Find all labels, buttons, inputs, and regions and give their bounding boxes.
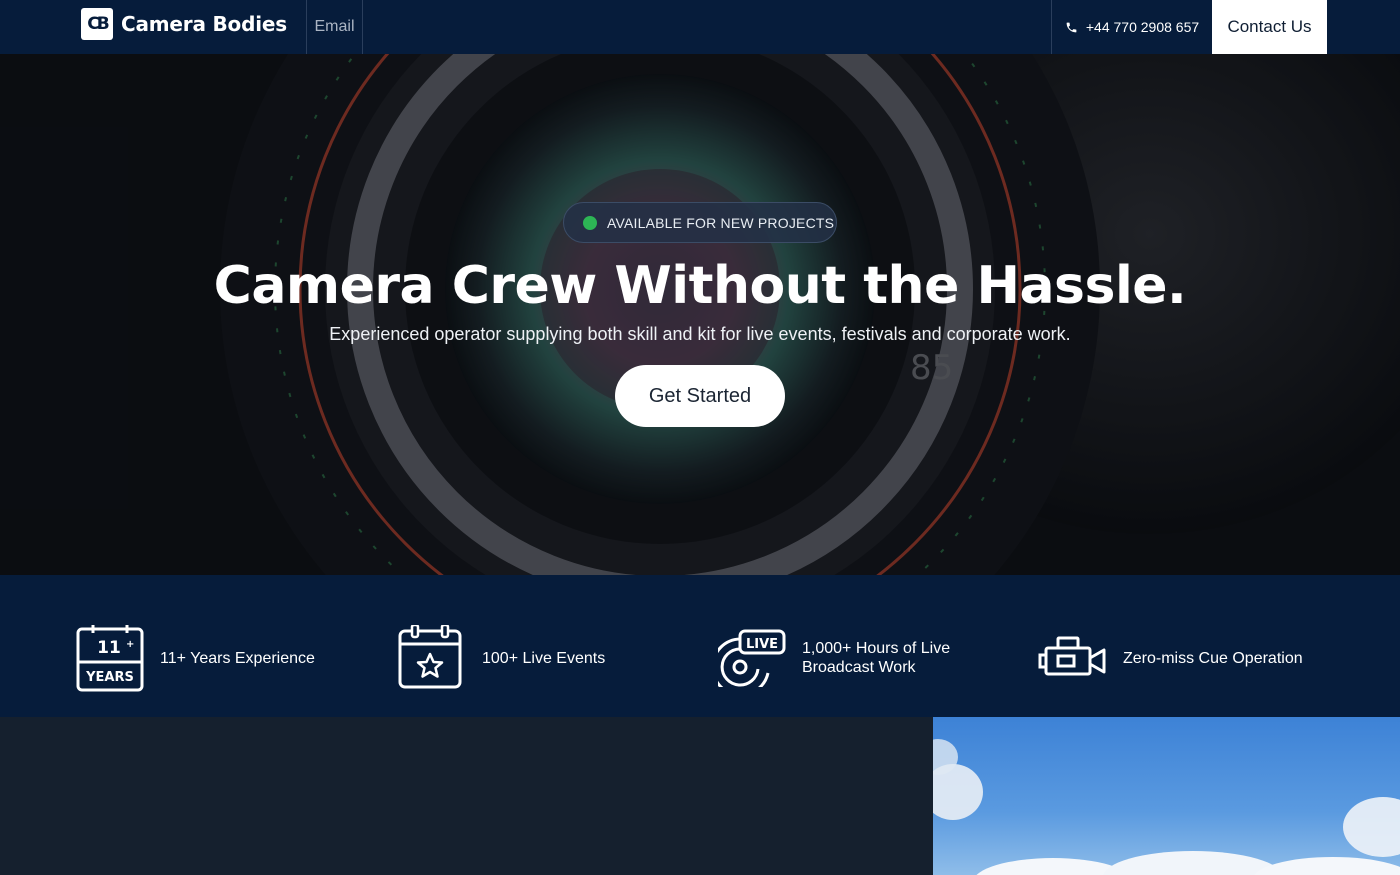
hero-section: 85 AVAILABLE FOR NEW PROJECTS Camera Cre… — [0, 54, 1400, 575]
contact-us-button[interactable]: Contact Us — [1212, 0, 1327, 54]
stats-bar: 11 + YEARS 11+ Years Experience 100+ Liv… — [0, 575, 1400, 717]
live-label: LIVE — [746, 637, 778, 652]
availability-text: AVAILABLE FOR NEW PROJECTS — [607, 214, 835, 231]
availability-badge: AVAILABLE FOR NEW PROJECTS — [563, 202, 837, 243]
logo-mark-icon: CB — [81, 8, 113, 40]
stat-cue-text: Zero-miss Cue Operation — [1123, 649, 1303, 667]
svg-text:+: + — [126, 639, 134, 650]
brand-logo[interactable]: CB Camera Bodies — [81, 8, 287, 40]
stat-years-text: 11+ Years Experience — [160, 649, 315, 667]
status-dot-icon — [583, 215, 597, 230]
calendar-star-icon — [398, 625, 462, 689]
top-navbar: CB Camera Bodies Email +44 770 2908 657 … — [0, 0, 1400, 54]
stat-item-cue: Zero-miss Cue Operation — [1038, 623, 1303, 693]
live-broadcast-icon: LIVE — [718, 629, 786, 687]
email-link[interactable]: Email — [306, 0, 363, 54]
calendar-label: YEARS — [85, 670, 134, 685]
calendar-number: 11 — [97, 638, 121, 658]
sky-clouds-image — [933, 739, 1400, 875]
phone-icon — [1066, 22, 1077, 32]
brand-name: Camera Bodies — [121, 12, 287, 36]
content-section-left — [0, 717, 933, 875]
stat-events-text: 100+ Live Events — [482, 649, 606, 667]
hero-subtitle: Experienced operator supplying both skil… — [329, 324, 1071, 344]
stat-broadcast-text: 1,000+ Hours of Live Broadcast Work — [802, 640, 951, 676]
hero-title: Camera Crew Without the Hassle. — [213, 256, 1187, 316]
phone-link[interactable]: +44 770 2908 657 — [1051, 0, 1212, 54]
calendar-years-icon: 11 + YEARS — [76, 625, 144, 692]
phone-number: +44 770 2908 657 — [1085, 19, 1200, 35]
stat-item-years: 11 + YEARS 11+ Years Experience — [76, 623, 315, 693]
sky-photo — [933, 717, 1400, 875]
stat-item-events: 100+ Live Events — [398, 623, 605, 693]
stat-item-broadcast: LIVE 1,000+ Hours of Live Broadcast Work — [718, 623, 962, 693]
video-camera-icon — [1038, 636, 1106, 676]
get-started-button[interactable]: Get Started — [615, 365, 785, 427]
